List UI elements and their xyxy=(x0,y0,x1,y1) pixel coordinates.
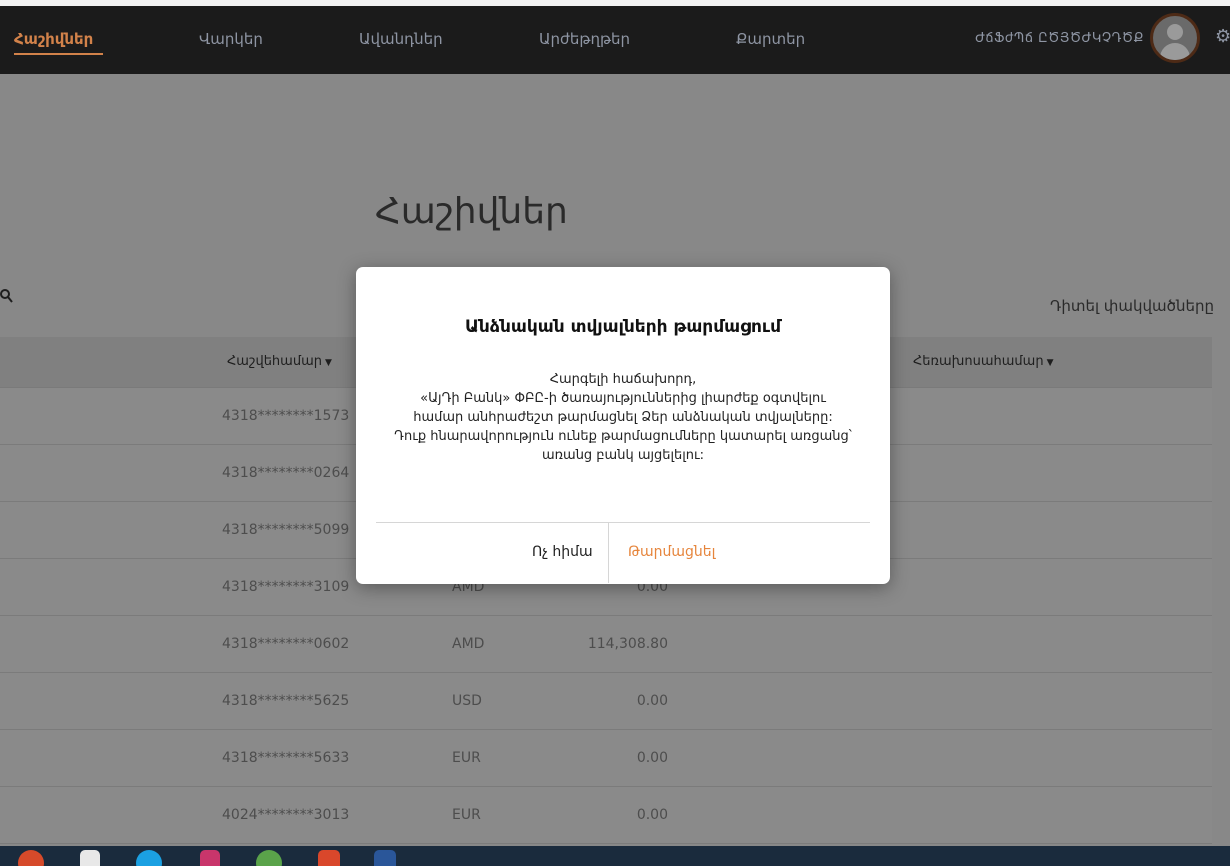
avatar-body-shape xyxy=(1160,43,1190,60)
account-balance: 0.00 xyxy=(636,807,668,823)
personal-data-update-dialog: Անձնական տվյալների թարմացում Հարգելի հաճ… xyxy=(356,267,890,584)
sort-caret-icon: ▼ xyxy=(324,358,332,368)
account-number: 4318********1573 xyxy=(222,408,350,424)
dialog-message-line: Դուք հնարավորություն ունեք թարմացումները… xyxy=(394,429,852,444)
account-number: 4318********0602 xyxy=(222,636,350,652)
table-row[interactable]: 4318********5633 EUR 0.00 xyxy=(0,730,1212,787)
nav-active-indicator xyxy=(14,53,103,55)
user-avatar-icon[interactable] xyxy=(1150,13,1200,63)
update-button[interactable]: Թարմացնել xyxy=(628,544,715,560)
account-number: 4318********3109 xyxy=(222,579,350,595)
os-taskbar xyxy=(0,846,1230,866)
dialog-message-line: առանց բանկ այցելելու: xyxy=(541,448,705,463)
document-icon[interactable] xyxy=(80,850,100,866)
nav-item-deposits[interactable]: Ավանդներ xyxy=(359,30,443,48)
account-currency: EUR xyxy=(452,807,481,823)
table-row[interactable]: 4024********3013 EUR 0.00 xyxy=(0,787,1212,844)
skype-icon[interactable] xyxy=(136,850,162,866)
account-number: 4318********5625 xyxy=(222,693,350,709)
nav-item-accounts[interactable]: Հաշիվներ xyxy=(14,30,93,48)
dialog-message-line: Հարգելի հաճախորդ, xyxy=(549,372,697,387)
window-edge xyxy=(0,0,1230,6)
column-header-label: Հաշվեհամար xyxy=(227,354,322,369)
avatar-head-shape xyxy=(1167,24,1183,40)
user-name[interactable]: ԺճՖժՊճ ԸԾՅԾԺԿՉԴԾՔ xyxy=(975,31,1144,46)
account-number: 4318********5633 xyxy=(222,750,350,766)
column-header-account-number[interactable]: Հաշվեհամար ▼ xyxy=(227,354,332,369)
not-now-button[interactable]: Ոչ հիմա xyxy=(532,544,593,560)
column-header-phone[interactable]: Հեռախոսահամար ▼ xyxy=(913,354,1054,369)
dialog-divider xyxy=(376,522,870,523)
table-row[interactable]: 4318********5625 USD 0.00 xyxy=(0,673,1212,730)
dialog-message-line: «ԱյԴի Բանկ» ՓԲԸ-ի ծառայություններից լիար… xyxy=(420,391,826,406)
dialog-message-line: համար անհրաժեշտ թարմացնել Ձեր անձնական տ… xyxy=(413,410,833,425)
globe-icon[interactable] xyxy=(256,850,282,866)
account-currency: AMD xyxy=(452,636,485,652)
account-balance: 0.00 xyxy=(636,750,668,766)
account-number: 4024********3013 xyxy=(222,807,350,823)
dialog-title: Անձնական տվյալների թարմացում xyxy=(465,317,781,337)
account-number: 4318********5099 xyxy=(222,522,350,538)
account-balance: 0.00 xyxy=(636,693,668,709)
column-header-label: Հեռախոսահամար xyxy=(913,354,1044,369)
search-icon[interactable] xyxy=(0,288,14,304)
nav-item-loans[interactable]: Վարկեր xyxy=(199,30,263,48)
account-currency: EUR xyxy=(452,750,481,766)
table-row[interactable]: 4318********0602 AMD 114,308.80 xyxy=(0,616,1212,673)
database-icon[interactable] xyxy=(200,850,220,866)
account-balance: 114,308.80 xyxy=(587,636,668,652)
account-number: 4318********0264 xyxy=(222,465,350,481)
gear-icon[interactable]: ⚙ xyxy=(1215,26,1230,47)
office-icon[interactable] xyxy=(318,850,340,866)
nav-item-securities[interactable]: Արժեթղթեր xyxy=(539,30,630,48)
chrome-icon[interactable] xyxy=(18,850,44,866)
show-closed-link[interactable]: Դիտել փակվածները xyxy=(1050,297,1214,315)
sort-caret-icon: ▼ xyxy=(1046,358,1054,368)
page-title: Հաշիվներ xyxy=(375,191,568,232)
account-currency: USD xyxy=(452,693,482,709)
top-navigation-bar: Հաշիվներ Վարկեր Ավանդներ Արժեթղթեր Քարտե… xyxy=(0,0,1230,74)
dialog-message: Հարգելի հաճախորդ, «ԱյԴի Բանկ» ՓԲԸ-ի ծառա… xyxy=(376,370,870,465)
nav-item-cards[interactable]: Քարտեր xyxy=(736,30,805,48)
word-icon[interactable] xyxy=(374,850,396,866)
button-divider xyxy=(608,523,609,583)
